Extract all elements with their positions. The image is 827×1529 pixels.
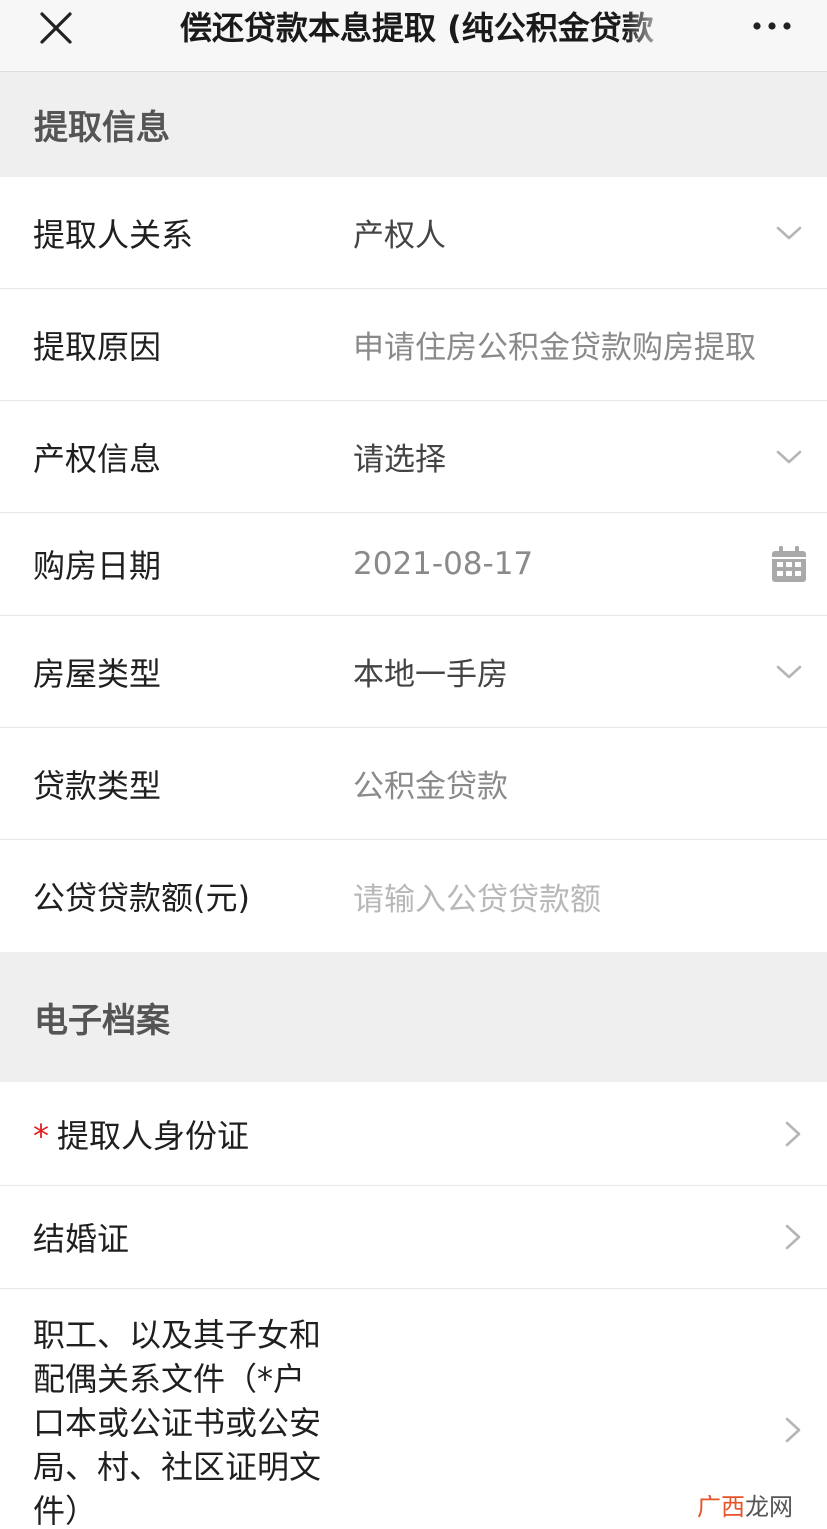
marriage-cert-label: 结婚证	[33, 1220, 130, 1258]
marriage-cert-upload-row[interactable]: 结婚证	[0, 1186, 827, 1289]
relation-docs-label: 职工、以及其子女和配偶关系文件（*户口本或公证书或公安局、村、社区证明文件）	[33, 1316, 322, 1529]
purchase-date-value[interactable]: 2021-08-17	[353, 546, 533, 582]
purchase-date-label: 购房日期	[33, 547, 162, 585]
section-header-withdrawal-info: 提取信息	[0, 72, 827, 177]
house-type-select-row[interactable]: 房屋类型 本地一手房	[0, 616, 827, 728]
property-info-select-row[interactable]: 产权信息 请选择	[0, 401, 827, 513]
section-header-electronic-files: 电子档案	[0, 952, 827, 1082]
id-card-label-text: 提取人身份证	[57, 1116, 250, 1155]
relation-value[interactable]: 产权人	[353, 210, 446, 255]
house-type-value[interactable]: 本地一手房	[353, 649, 508, 694]
reason-label: 提取原因	[33, 327, 162, 366]
property-info-label: 产权信息	[33, 439, 162, 478]
reason-row: 提取原因 申请住房公积金贷款购房提取	[0, 289, 827, 401]
loan-amount-row[interactable]: 公贷贷款额(元) 请输入公贷贷款额	[0, 840, 827, 952]
section-title: 提取信息	[34, 108, 170, 148]
purchase-date-row[interactable]: 购房日期 2021-08-17	[0, 513, 827, 616]
loan-amount-input[interactable]: 请输入公贷贷款额	[353, 874, 601, 919]
close-icon[interactable]	[38, 10, 74, 46]
more-options-icon[interactable]	[752, 16, 792, 36]
top-nav-bar: 偿还贷款本息提取 (纯公积金贷款	[0, 0, 827, 72]
watermark-red-text: 广西	[697, 1493, 745, 1521]
property-info-value[interactable]: 请选择	[353, 434, 446, 479]
chevron-down-icon[interactable]	[776, 664, 802, 680]
chevron-down-icon[interactable]	[776, 449, 802, 465]
loan-type-row: 贷款类型 公积金贷款	[0, 728, 827, 840]
chevron-right-icon[interactable]	[784, 1416, 802, 1444]
watermark-logo: 广西龙网	[697, 1487, 793, 1522]
house-type-label: 房屋类型	[33, 654, 162, 693]
relation-label: 提取人关系	[33, 215, 194, 254]
required-marker: *	[33, 1116, 49, 1155]
chevron-down-icon[interactable]	[776, 225, 802, 241]
relation-select-row[interactable]: 提取人关系 产权人	[0, 177, 827, 289]
calendar-icon[interactable]	[771, 545, 807, 583]
section-title: 电子档案	[34, 1000, 170, 1041]
loan-amount-label: 公贷贷款额(元)	[33, 879, 250, 917]
id-card-upload-row[interactable]: * 提取人身份证	[0, 1082, 827, 1186]
page-title: 偿还贷款本息提取 (纯公积金贷款	[180, 9, 654, 47]
watermark-dark-text: 龙网	[745, 1493, 793, 1521]
loan-type-label: 贷款类型	[33, 766, 162, 805]
loan-type-value: 公积金贷款	[353, 769, 508, 805]
reason-value: 申请住房公积金贷款购房提取	[353, 330, 756, 366]
chevron-right-icon[interactable]	[784, 1223, 802, 1251]
chevron-right-icon[interactable]	[784, 1120, 802, 1148]
id-card-label: * 提取人身份证	[33, 1111, 249, 1157]
